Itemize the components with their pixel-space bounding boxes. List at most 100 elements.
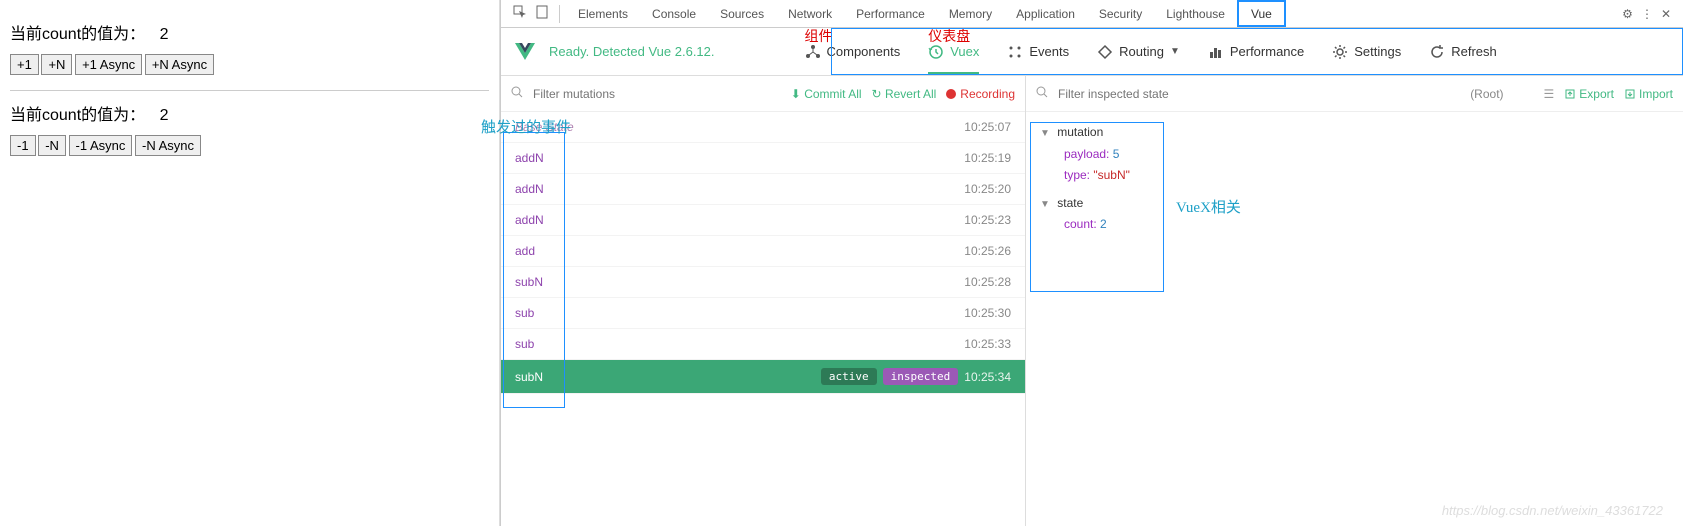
more-icon[interactable]: ⋮ xyxy=(1641,7,1653,21)
mutation-time: 10:25:34 xyxy=(964,370,1011,384)
mutation-time: 10:25:23 xyxy=(964,213,1011,227)
inspected-badge: inspected xyxy=(883,368,959,385)
mutation-row[interactable]: Base State10:25:07 xyxy=(501,112,1025,143)
mutation-time: 10:25:33 xyxy=(964,337,1011,351)
filter-state-input[interactable] xyxy=(1058,87,1452,101)
recording-button[interactable]: Recording xyxy=(946,87,1015,101)
tab-console[interactable]: Console xyxy=(640,0,708,27)
count-display-1: 当前count的值为： 2 xyxy=(10,20,489,44)
tab-vue[interactable]: Vue xyxy=(1237,0,1286,27)
nav-refresh-label: Refresh xyxy=(1451,44,1497,59)
mutation-time: 10:25:30 xyxy=(964,306,1011,320)
state-tree: ▼ mutation payload: 5 type: "subN" ▼ sta… xyxy=(1026,112,1683,246)
nav-vuex[interactable]: 仪表盘 Vuex xyxy=(928,44,979,75)
mutation-row[interactable]: sub 10:25:33 xyxy=(501,329,1025,360)
anno-vuex: 仪表盘 xyxy=(928,26,970,46)
commit-all-button[interactable]: ⬇ Commit All xyxy=(791,87,862,101)
refresh-icon xyxy=(1429,44,1445,60)
mutation-time: 10:25:07 xyxy=(964,120,1011,134)
count-value-1: 2 xyxy=(160,26,169,43)
tree-state-node[interactable]: ▼ state xyxy=(1040,193,1669,215)
record-icon xyxy=(946,89,956,99)
mutation-row[interactable]: addN10:25:23 xyxy=(501,205,1025,236)
mutation-row[interactable]: sub10:25:30 xyxy=(501,298,1025,329)
nav-routing[interactable]: Routing ▼ xyxy=(1097,44,1180,60)
download-icon: ⬇ xyxy=(791,87,801,101)
export-button[interactable]: Export xyxy=(1564,87,1614,101)
count-display-2: 当前count的值为： 2 xyxy=(10,101,489,125)
minus-n-button[interactable]: -N xyxy=(38,135,66,156)
plus-n-button[interactable]: +N xyxy=(41,54,72,75)
vue-nav: 组件 Components 仪表盘 Vuex Events Routing ▼ … xyxy=(805,44,1497,60)
revert-all-button[interactable]: ↻ Revert All xyxy=(872,87,937,101)
tab-sources[interactable]: Sources xyxy=(708,0,776,27)
mutation-time: 10:25:20 xyxy=(964,182,1011,196)
plus-n-async-button[interactable]: +N Async xyxy=(145,54,214,75)
nav-events-label: Events xyxy=(1029,44,1069,59)
tab-application[interactable]: Application xyxy=(1004,0,1087,27)
filter-mutations-input[interactable] xyxy=(533,87,781,101)
nav-refresh[interactable]: Refresh xyxy=(1429,44,1497,60)
tab-memory[interactable]: Memory xyxy=(937,0,1004,27)
close-icon[interactable]: ✕ xyxy=(1661,7,1671,21)
nav-performance[interactable]: Performance xyxy=(1208,44,1304,60)
mutation-row[interactable]: addN 10:25:19 xyxy=(501,143,1025,174)
mutation-row[interactable]: subNactiveinspected10:25:34 xyxy=(501,360,1025,394)
mutation-time: 10:25:26 xyxy=(964,244,1011,258)
anno-triggered: 触发过的事件 xyxy=(481,116,571,137)
sub-button-row: -1 -N -1 Async -N Async xyxy=(10,135,489,156)
gear-icon[interactable]: ⚙ xyxy=(1622,7,1633,21)
minus-1-button[interactable]: -1 xyxy=(10,135,36,156)
import-button[interactable]: Import xyxy=(1624,87,1673,101)
search-icon xyxy=(511,86,523,101)
clock-icon xyxy=(928,44,944,60)
tab-network[interactable]: Network xyxy=(776,0,844,27)
tab-security[interactable]: Security xyxy=(1087,0,1154,27)
tree-payload-row: payload: 5 xyxy=(1040,144,1669,166)
mutation-row[interactable]: addN 10:25:20 xyxy=(501,174,1025,205)
add-button-row: +1 +N +1 Async +N Async xyxy=(10,54,489,75)
nav-components-label: Components xyxy=(827,44,901,59)
revert-icon: ↻ xyxy=(872,87,882,101)
mutations-filter-bar: ⬇ Commit All ↻ Revert All Recording xyxy=(501,76,1025,112)
mutation-time: 10:25:19 xyxy=(964,151,1011,165)
caret-down-icon: ▼ xyxy=(1040,128,1050,139)
mutation-name: subN xyxy=(515,370,543,384)
mutation-name: add xyxy=(515,244,535,258)
filter-settings-icon[interactable]: ☰ xyxy=(1544,87,1555,101)
chart-icon xyxy=(1208,44,1224,60)
vue-ready-text: Ready. Detected Vue 2.6.12. xyxy=(549,44,715,59)
mutation-name: sub xyxy=(515,337,534,351)
tab-lighthouse[interactable]: Lighthouse xyxy=(1154,0,1237,27)
plus-1-async-button[interactable]: +1 Async xyxy=(75,54,142,75)
anno-vuex-related: VueX相关 xyxy=(1176,196,1241,217)
mutation-row[interactable]: add 10:25:26 xyxy=(501,236,1025,267)
import-icon xyxy=(1624,88,1636,100)
nav-settings[interactable]: Settings xyxy=(1332,44,1401,60)
mutation-name: addN xyxy=(515,182,544,196)
minus-1-async-button[interactable]: -1 Async xyxy=(69,135,133,156)
plus-1-button[interactable]: +1 xyxy=(10,54,39,75)
gear-icon xyxy=(1332,44,1348,60)
device-icon[interactable] xyxy=(535,5,549,22)
tree-mutation-node[interactable]: ▼ mutation xyxy=(1040,122,1669,144)
state-panel: (Root) ☰ Export Import VueX相关 ▼ mutation xyxy=(1026,76,1683,526)
nav-vuex-label: Vuex xyxy=(950,44,979,59)
tab-elements[interactable]: Elements xyxy=(566,0,640,27)
nav-settings-label: Settings xyxy=(1354,44,1401,59)
mutation-row[interactable]: subN10:25:28 xyxy=(501,267,1025,298)
count-label-1: 当前count的值为： xyxy=(10,26,145,43)
inspect-icon[interactable] xyxy=(513,5,527,22)
chevron-down-icon: ▼ xyxy=(1170,46,1180,57)
root-selector[interactable]: (Root) xyxy=(1462,85,1533,103)
mutation-name: addN xyxy=(515,151,544,165)
count-value-2: 2 xyxy=(160,107,169,124)
vue-toolbar: Ready. Detected Vue 2.6.12. 组件 Component… xyxy=(501,28,1683,76)
minus-n-async-button[interactable]: -N Async xyxy=(135,135,201,156)
nav-components[interactable]: 组件 Components xyxy=(805,44,901,60)
tab-performance[interactable]: Performance xyxy=(844,0,937,27)
nav-routing-label: Routing xyxy=(1119,44,1164,59)
nav-events[interactable]: Events xyxy=(1007,44,1069,60)
routing-icon xyxy=(1097,44,1113,60)
divider xyxy=(10,90,489,91)
